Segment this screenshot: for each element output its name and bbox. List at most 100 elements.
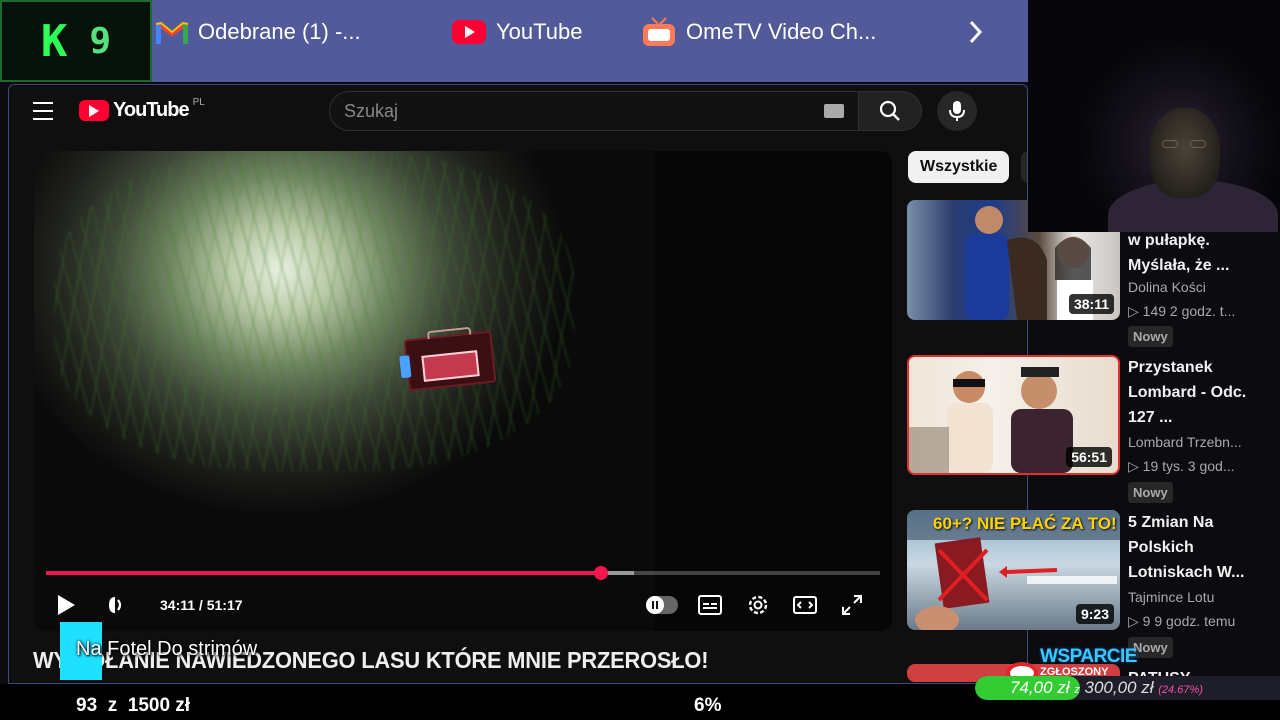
logo-text: YouTube: [113, 99, 190, 121]
youtube-header: YouTube PL: [9, 85, 1027, 137]
menu-button[interactable]: [29, 99, 57, 123]
thumbnail-text: 60+? NIE PŁAĆ ZA TO!: [933, 514, 1117, 533]
goal-current: 93: [76, 695, 98, 716]
title-line: 5 Zmian Na: [1128, 514, 1214, 531]
hamburger-line: [33, 118, 53, 120]
gear-icon: [748, 595, 768, 615]
tab-ometv[interactable]: OmeTV Video Ch...: [642, 14, 876, 50]
volume-icon: [109, 597, 122, 613]
support-title: WSPARCIE: [1040, 646, 1137, 667]
video-duration: 56:51: [1066, 447, 1112, 467]
donation-goal-title: Na Fotel Do strimów: [76, 638, 258, 660]
title-line: Myślała, że ...: [1128, 257, 1230, 274]
progress-bar[interactable]: [46, 566, 880, 580]
donation-goal-amount: 93 z 1500 zł: [76, 695, 190, 717]
youtube-logo[interactable]: YouTube PL: [79, 97, 205, 122]
video-title: w pułapkę. Myślała, że ...: [1128, 228, 1258, 278]
filter-chip-all[interactable]: Wszystkie: [908, 151, 1010, 183]
channel-name[interactable]: Dolina Kości: [1128, 279, 1268, 295]
youtube-icon: [452, 20, 486, 44]
title-line: 127 ...: [1128, 409, 1173, 426]
search-button[interactable]: [858, 91, 922, 131]
player-controls: 34:11 / 51:17: [34, 587, 892, 623]
play-icon: [58, 595, 75, 615]
region-code: PL: [192, 97, 205, 108]
channel-name[interactable]: Lombard Trzebn...: [1128, 434, 1268, 450]
title-line: Przystanek: [1128, 359, 1213, 376]
device-knob: [399, 355, 412, 379]
badge-letter: K: [40, 15, 67, 67]
video-frame-device: [399, 326, 497, 392]
device-screen: [421, 350, 480, 382]
browser-tab-bar: K 9 Odebrane (1) -... YouTube OmeTV Vide…: [0, 0, 1028, 82]
title-line: Lombard - Odc.: [1128, 384, 1247, 401]
video-player[interactable]: 34:11 / 51:17: [34, 151, 892, 631]
channel-name[interactable]: Tajmince Lotu: [1128, 589, 1268, 605]
support-target: 300,00 zł: [1084, 678, 1154, 697]
tab-youtube[interactable]: YouTube: [452, 14, 582, 50]
webcam-overlay: [1028, 0, 1280, 232]
keyboard-icon[interactable]: [824, 104, 844, 118]
new-badge: Nowy: [1128, 326, 1173, 347]
tab-scroll-right-button[interactable]: [960, 14, 990, 50]
tab-label: Odebrane (1) -...: [198, 19, 361, 44]
video-meta: ▷ 149 2 godz. t...: [1128, 303, 1236, 319]
filter-chip-next[interactable]: [1021, 151, 1027, 183]
video-meta: ▷ 19 tys. 3 god...: [1128, 458, 1235, 474]
recommendation-item[interactable]: 56:51 Przystanek Lombard - Odc. 127 ... …: [907, 355, 1272, 505]
video-duration: 9:23: [1075, 604, 1114, 624]
donation-goal-percent: 6%: [694, 695, 722, 716]
goal-separator: z: [107, 695, 118, 716]
glasses-lens: [1190, 140, 1206, 148]
fullscreen-button[interactable]: [838, 591, 866, 619]
video-thumbnail[interactable]: 56:51: [907, 355, 1120, 475]
volume-button[interactable]: [102, 591, 130, 619]
video-title: 5 Zmian Na Polskich Lotniskach W...: [1128, 510, 1258, 585]
screen: K 9 Odebrane (1) -... YouTube OmeTV Vide…: [0, 0, 1280, 720]
miniplayer-button[interactable]: [791, 591, 819, 619]
gmail-icon: [156, 20, 188, 44]
new-badge: Nowy: [1128, 482, 1173, 503]
support-current: 74,00 zł: [1010, 678, 1070, 697]
video-frame-grass: [54, 151, 574, 471]
goal-target: 1500 zł: [127, 695, 191, 716]
autoplay-toggle[interactable]: [646, 596, 678, 614]
subtitles-icon: [698, 595, 722, 615]
ometv-icon: [642, 16, 676, 48]
video-thumbnail[interactable]: 60+? NIE PŁAĆ ZA TO! 9:23: [907, 510, 1120, 630]
search-icon: [879, 100, 900, 121]
voice-search-button[interactable]: [937, 91, 977, 131]
badge-number: 9: [89, 20, 112, 62]
youtube-logo-icon: [79, 100, 109, 121]
chevron-right-icon: [969, 20, 983, 44]
video-title: Przystanek Lombard - Odc. 127 ...: [1128, 355, 1258, 430]
search-input[interactable]: [344, 100, 814, 122]
support-progress-text: 74,00 zł z 300,00 zł (24.67%): [1010, 678, 1203, 698]
pause-icon: [646, 596, 664, 614]
video-duration: 38:11: [1068, 294, 1114, 314]
settings-button[interactable]: [744, 591, 772, 619]
time-display: 34:11 / 51:17: [160, 597, 243, 613]
youtube-page: YouTube PL Szukaj 34:11 / 51:17 Wszystki…: [8, 84, 1028, 684]
search-box: [329, 91, 859, 131]
fullscreen-icon: [842, 595, 862, 615]
glasses-lens: [1162, 140, 1178, 148]
title-line: Lotniskach W...: [1128, 564, 1245, 581]
tab-label: OmeTV Video Ch...: [686, 19, 877, 44]
tab-gmail[interactable]: Odebrane (1) -...: [156, 14, 361, 50]
microphone-icon: [949, 101, 965, 121]
hamburger-line: [33, 110, 53, 112]
play-button[interactable]: [52, 591, 80, 619]
webcam-person-face: [1150, 108, 1220, 198]
hamburger-icon: [33, 102, 53, 104]
title-line: Polskich: [1128, 539, 1194, 556]
support-separator: z: [1074, 684, 1080, 696]
tab-label: YouTube: [496, 19, 583, 44]
progress-played: [46, 571, 602, 575]
video-meta: ▷ 9 9 godz. temu: [1128, 613, 1236, 629]
stream-badge-k9: K 9: [0, 0, 152, 82]
theater-mode-icon: [793, 596, 817, 614]
subtitles-button[interactable]: [696, 591, 724, 619]
support-percent: (24.67%): [1158, 684, 1203, 696]
recommendation-item[interactable]: 60+? NIE PŁAĆ ZA TO! 9:23 5 Zmian Na Pol…: [907, 510, 1272, 660]
